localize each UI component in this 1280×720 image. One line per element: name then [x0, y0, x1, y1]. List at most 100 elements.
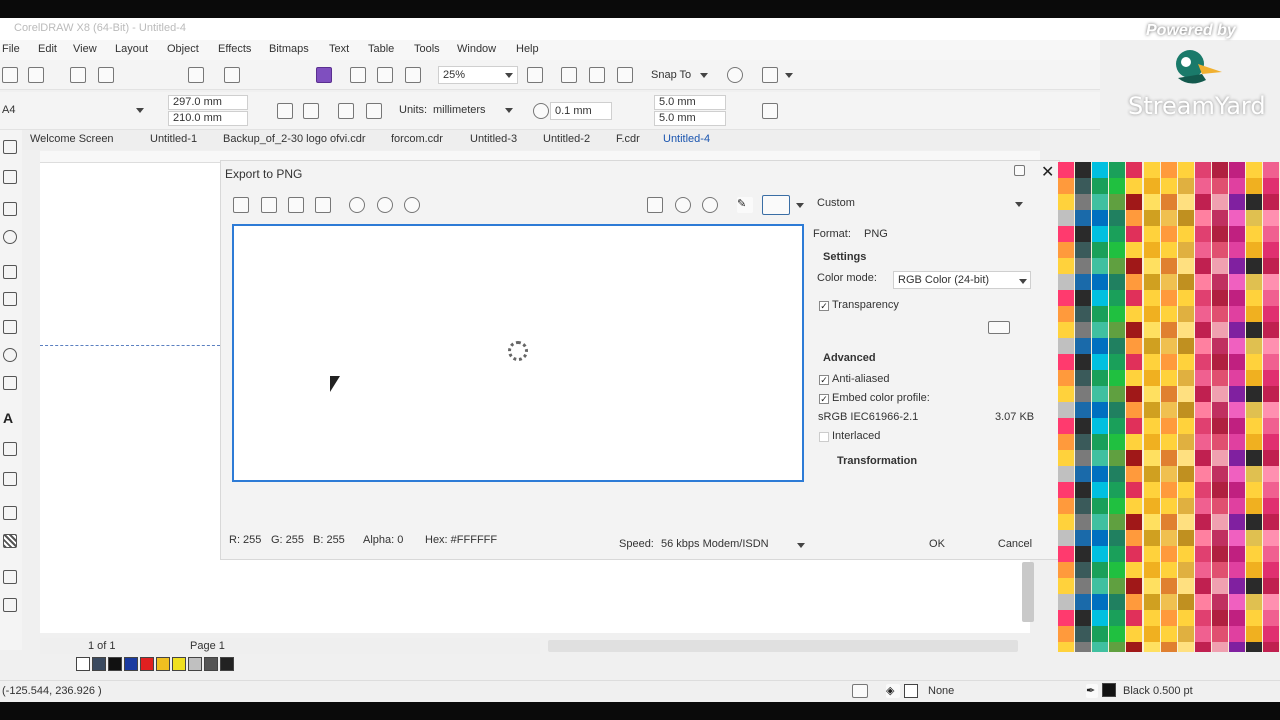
transparency-tool-icon[interactable]: [3, 534, 17, 548]
save-icon[interactable]: [70, 67, 86, 83]
page-width-field[interactable]: 297.0 mm: [168, 95, 248, 110]
embed-profile-checkbox[interactable]: ✓: [819, 394, 829, 404]
duplicate-x-field[interactable]: 5.0 mm: [654, 95, 726, 110]
nudge-distance-field[interactable]: 0.1 mm: [550, 102, 612, 120]
palette-column[interactable]: [1109, 162, 1125, 652]
tab-backup-logo[interactable]: Backup_of_2-30 logo ofvi.cdr: [223, 133, 365, 145]
tab-untitled-3[interactable]: Untitled-3: [470, 133, 517, 145]
transparency-checkbox[interactable]: ✓: [819, 301, 829, 311]
all-pages-icon[interactable]: [338, 103, 354, 119]
close-icon[interactable]: ✕: [1041, 162, 1054, 182]
swatch-gray[interactable]: [204, 657, 218, 671]
page-size-dropdown-icon[interactable]: [136, 108, 144, 113]
options-gear-icon[interactable]: [727, 67, 743, 83]
outline-color-swatch[interactable]: [1102, 683, 1116, 697]
tab-untitled-4[interactable]: Untitled-4: [663, 133, 710, 145]
grid-icon[interactable]: [589, 67, 605, 83]
menu-help[interactable]: Help: [516, 43, 539, 55]
palette-column[interactable]: [1195, 162, 1211, 652]
palette-column[interactable]: [1161, 162, 1177, 652]
text-tool-icon[interactable]: A: [3, 410, 17, 426]
cancel-button[interactable]: Cancel: [989, 535, 1041, 555]
drop-shadow-icon[interactable]: [3, 506, 17, 520]
fill-none-swatch[interactable]: [904, 684, 918, 698]
interactive-fill-icon[interactable]: [3, 598, 17, 612]
anti-aliased-checkbox[interactable]: ✓: [819, 375, 829, 385]
guidelines-icon[interactable]: [617, 67, 633, 83]
connector-tool-icon[interactable]: [3, 472, 17, 486]
single-view-icon[interactable]: [233, 197, 249, 213]
matte-color-icon[interactable]: [988, 321, 1010, 334]
palette-column[interactable]: [1126, 162, 1142, 652]
swatch-red[interactable]: [140, 657, 154, 671]
shape-tool-icon[interactable]: [3, 170, 17, 184]
undo-icon[interactable]: [224, 67, 240, 83]
import-icon[interactable]: [350, 67, 366, 83]
polygon-tool-icon[interactable]: [3, 376, 17, 390]
swatch-yellow[interactable]: [156, 657, 170, 671]
eyedropper-icon[interactable]: ✎: [737, 197, 753, 213]
snap-dropdown-icon[interactable]: [700, 73, 708, 78]
landscape-icon[interactable]: [303, 103, 319, 119]
background-color-icon[interactable]: [762, 195, 790, 215]
treat-as-filled-icon[interactable]: [762, 103, 778, 119]
menu-text[interactable]: Text: [329, 43, 349, 55]
parallel-dimension-icon[interactable]: [3, 442, 17, 456]
palette-column[interactable]: [1246, 162, 1262, 652]
palette-column[interactable]: [1075, 162, 1091, 652]
split-horizontal-icon[interactable]: [288, 197, 304, 213]
units-dropdown-icon[interactable]: [505, 108, 513, 113]
color-palette[interactable]: [1058, 162, 1280, 652]
preset-select[interactable]: Custom: [817, 197, 855, 209]
export-icon[interactable]: [377, 67, 393, 83]
current-page-icon[interactable]: [366, 103, 382, 119]
menu-effects[interactable]: Effects: [218, 43, 251, 55]
tab-untitled-2[interactable]: Untitled-2: [543, 133, 590, 145]
full-screen-icon[interactable]: [527, 67, 543, 83]
split-vertical-icon[interactable]: [261, 197, 277, 213]
pan-hand-icon[interactable]: [647, 197, 663, 213]
tab-forcom[interactable]: forcom.cdr: [391, 133, 443, 145]
palette-column[interactable]: [1212, 162, 1228, 652]
duplicate-y-field[interactable]: 5.0 mm: [654, 111, 726, 126]
publish-pdf-icon[interactable]: [405, 67, 421, 83]
background-dropdown-icon[interactable]: [796, 203, 804, 208]
portrait-icon[interactable]: [277, 103, 293, 119]
page-1-tab[interactable]: Page 1: [190, 640, 225, 652]
menu-window[interactable]: Window: [457, 43, 496, 55]
swatch-blue[interactable]: [124, 657, 138, 671]
preset-dropdown-icon[interactable]: [1015, 202, 1023, 207]
color-mode-select[interactable]: RGB Color (24-bit): [893, 271, 1031, 289]
swatch-silver[interactable]: [188, 657, 202, 671]
ok-button[interactable]: OK: [911, 535, 963, 555]
page-height-field[interactable]: 210.0 mm: [168, 111, 248, 126]
application-launcher-icon[interactable]: [762, 67, 778, 83]
zoom-tool-icon[interactable]: [3, 230, 17, 244]
ellipse-tool-icon[interactable]: [3, 348, 17, 362]
paste-icon[interactable]: [188, 67, 204, 83]
interlaced-checkbox[interactable]: [819, 432, 829, 442]
menu-view[interactable]: View: [73, 43, 97, 55]
color-mode-dropdown-icon[interactable]: [1019, 279, 1027, 284]
page-size-select[interactable]: A4: [2, 104, 15, 116]
crop-tool-icon[interactable]: [3, 202, 17, 216]
menu-object[interactable]: Object: [167, 43, 199, 55]
zoom-1to1-icon[interactable]: [404, 197, 420, 213]
zoom-page-icon[interactable]: [377, 197, 393, 213]
tab-f-cdr[interactable]: F.cdr: [616, 133, 640, 145]
document-palette[interactable]: [74, 656, 236, 672]
eyedropper-tool-icon[interactable]: [3, 570, 17, 584]
zoom-dropdown-icon[interactable]: [505, 73, 513, 78]
tab-welcome-screen[interactable]: Welcome Screen: [30, 133, 114, 145]
menu-table[interactable]: Table: [368, 43, 394, 55]
menu-bitmaps[interactable]: Bitmaps: [269, 43, 309, 55]
quad-view-icon[interactable]: [315, 197, 331, 213]
palette-column[interactable]: [1058, 162, 1074, 652]
launcher-dropdown-icon[interactable]: [785, 73, 793, 78]
swatch-slate[interactable]: [92, 657, 106, 671]
palette-column[interactable]: [1229, 162, 1245, 652]
palette-column[interactable]: [1263, 162, 1279, 652]
zoom-out-icon[interactable]: [702, 197, 718, 213]
palette-column[interactable]: [1178, 162, 1194, 652]
rectangle-tool-icon[interactable]: [3, 320, 17, 334]
